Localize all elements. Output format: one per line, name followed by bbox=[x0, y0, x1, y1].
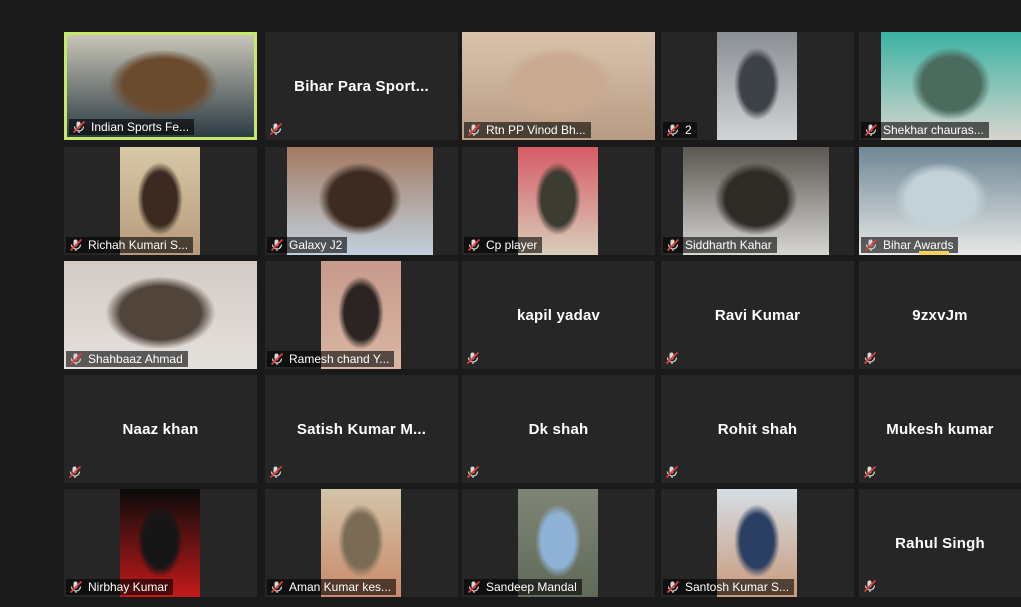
mic-muted-icon bbox=[665, 351, 679, 365]
participant-name-label: Aman Kumar kes... bbox=[267, 579, 397, 595]
participant-name: Shahbaaz Ahmad bbox=[88, 352, 183, 366]
mic-muted-icon bbox=[666, 580, 680, 594]
participant-name-label: Ramesh chand Y... bbox=[267, 351, 395, 367]
mic-muted-icon bbox=[72, 120, 86, 134]
mic-muted-icon bbox=[863, 465, 877, 479]
mic-muted-icon bbox=[666, 238, 680, 252]
participant-name: Siddharth Kahar bbox=[685, 238, 772, 252]
participant-name: Santosh Kumar S... bbox=[685, 580, 790, 594]
mic-muted-icon bbox=[69, 580, 83, 594]
mic-muted-icon bbox=[269, 465, 283, 479]
participant-name-label: Indian Sports Fe... bbox=[69, 119, 195, 135]
participant-tile[interactable]: Cp player bbox=[462, 147, 655, 255]
mic-muted-icon bbox=[467, 580, 481, 594]
participant-tile[interactable]: 9zxvJm bbox=[859, 261, 1021, 369]
participant-tile[interactable]: Indian Sports Fe... bbox=[64, 32, 257, 140]
mic-muted-icon bbox=[270, 580, 284, 594]
mic-muted-icon bbox=[269, 122, 283, 136]
participant-name: kapil yadav bbox=[516, 306, 601, 324]
participant-name: Indian Sports Fe... bbox=[91, 120, 190, 134]
participant-name-label: Cp player bbox=[464, 237, 543, 253]
mic-muted-icon bbox=[466, 465, 480, 479]
participant-name-label: Shahbaaz Ahmad bbox=[66, 351, 188, 367]
participant-name: Mukesh kumar bbox=[886, 420, 994, 438]
participant-name: Cp player bbox=[486, 238, 538, 252]
mic-muted-icon bbox=[467, 238, 481, 252]
participant-tile[interactable]: Nirbhay Kumar bbox=[64, 489, 257, 597]
participant-name-label: 2 bbox=[663, 122, 697, 138]
speaker-indicator bbox=[919, 251, 949, 255]
mic-muted-icon bbox=[69, 352, 83, 366]
participant-tile[interactable]: Bihar Awards bbox=[859, 147, 1021, 255]
participant-name: Richah Kumari S... bbox=[88, 238, 189, 252]
mic-muted-icon bbox=[666, 123, 680, 137]
participant-name-label: Sandeep Mandal bbox=[464, 579, 582, 595]
participant-tile[interactable]: Siddharth Kahar bbox=[661, 147, 854, 255]
mic-muted-icon bbox=[270, 238, 284, 252]
participant-name-label: Siddharth Kahar bbox=[663, 237, 777, 253]
mic-muted-icon bbox=[863, 579, 877, 593]
mic-muted-icon bbox=[69, 238, 83, 252]
participant-name: Naaz khan bbox=[122, 420, 199, 438]
participant-name-label: Shekhar chauras... bbox=[861, 122, 989, 138]
participant-tile[interactable]: Shahbaaz Ahmad bbox=[64, 261, 257, 369]
participant-name: Ravi Kumar bbox=[714, 306, 801, 324]
participant-tile[interactable]: Sandeep Mandal bbox=[462, 489, 655, 597]
participant-tile[interactable]: Ramesh chand Y... bbox=[265, 261, 458, 369]
participant-tile[interactable]: Satish Kumar M... bbox=[265, 375, 458, 483]
participant-tile[interactable]: Santosh Kumar S... bbox=[661, 489, 854, 597]
participant-name: Rahul Singh bbox=[895, 534, 985, 552]
mic-muted-icon bbox=[467, 123, 481, 137]
participant-name: Bihar Para Sport... bbox=[294, 77, 429, 95]
mic-muted-icon bbox=[863, 351, 877, 365]
participant-name: Satish Kumar M... bbox=[296, 420, 427, 438]
participant-tile[interactable]: Richah Kumari S... bbox=[64, 147, 257, 255]
participant-name: 2 bbox=[685, 123, 692, 137]
mic-muted-icon bbox=[466, 351, 480, 365]
mic-muted-icon bbox=[864, 238, 878, 252]
participant-tile[interactable]: Shekhar chauras... bbox=[859, 32, 1021, 140]
participant-tile[interactable]: Rahul Singh bbox=[859, 489, 1021, 597]
participant-name: Dk shah bbox=[528, 420, 589, 438]
participant-tile[interactable]: Rohit shah bbox=[661, 375, 854, 483]
participant-name-label: Nirbhay Kumar bbox=[66, 579, 174, 595]
participant-tile[interactable]: Rtn PP Vinod Bh... bbox=[462, 32, 655, 140]
mic-muted-icon bbox=[665, 465, 679, 479]
participant-name-label: Richah Kumari S... bbox=[66, 237, 194, 253]
mic-muted-icon bbox=[270, 352, 284, 366]
participant-name: Aman Kumar kes... bbox=[289, 580, 392, 594]
participant-tile[interactable]: Aman Kumar kes... bbox=[265, 489, 458, 597]
participant-name: 9zxvJm bbox=[912, 306, 968, 324]
participant-tile[interactable]: 2 bbox=[661, 32, 854, 140]
participant-tile[interactable]: Mukesh kumar bbox=[859, 375, 1021, 483]
participant-name-label: Santosh Kumar S... bbox=[663, 579, 795, 595]
participant-name-label: Rtn PP Vinod Bh... bbox=[464, 122, 591, 138]
participant-name: Sandeep Mandal bbox=[486, 580, 577, 594]
participant-video bbox=[717, 32, 797, 140]
participant-tile[interactable]: Naaz khan bbox=[64, 375, 257, 483]
mic-muted-icon bbox=[864, 123, 878, 137]
participant-tile[interactable]: Ravi Kumar bbox=[661, 261, 854, 369]
participant-name: Rohit shah bbox=[717, 420, 798, 438]
participant-tile[interactable]: kapil yadav bbox=[462, 261, 655, 369]
participant-name: Rtn PP Vinod Bh... bbox=[486, 123, 586, 137]
participant-name: Galaxy J2 bbox=[289, 238, 343, 252]
mic-muted-icon bbox=[68, 465, 82, 479]
participant-name: Nirbhay Kumar bbox=[88, 580, 169, 594]
participant-name: Shekhar chauras... bbox=[883, 123, 984, 137]
participant-tile[interactable]: Bihar Para Sport... bbox=[265, 32, 458, 140]
participant-name-label: Galaxy J2 bbox=[267, 237, 348, 253]
participant-name: Ramesh chand Y... bbox=[289, 352, 390, 366]
participant-tile[interactable]: Dk shah bbox=[462, 375, 655, 483]
participant-tile[interactable]: Galaxy J2 bbox=[265, 147, 458, 255]
